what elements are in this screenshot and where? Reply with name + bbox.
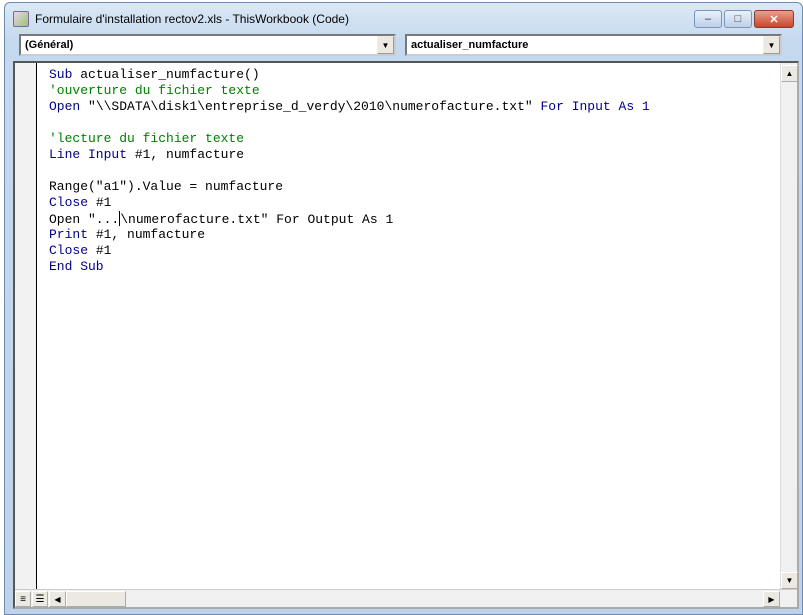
code-keyword: 1 (641, 99, 650, 114)
horizontal-scrollbar[interactable]: ≡ ☰ ◀ ▶ (15, 589, 797, 607)
code-line[interactable]: Line Input #1, numfacture (49, 147, 650, 163)
margin-indicator-bar[interactable] (15, 63, 37, 589)
vba-module-icon (13, 11, 29, 27)
code-line[interactable]: 'ouverture du fichier texte (49, 83, 650, 99)
code-line[interactable]: Sub actualiser_numfacture() (49, 67, 650, 83)
code-keyword: For Input As (540, 99, 642, 114)
code-line[interactable]: Close #1 (49, 195, 650, 211)
full-module-view-icon[interactable]: ☰ (32, 591, 48, 607)
code-window: Formulaire d'installation rectov2.xls - … (4, 2, 803, 615)
code-keyword: End Sub (49, 259, 104, 274)
code-token: actualiser_numfacture() (80, 67, 260, 82)
chevron-down-icon[interactable]: ▼ (763, 36, 780, 54)
code-comment: 'ouverture du fichier texte (49, 83, 260, 98)
code-line[interactable] (49, 115, 650, 131)
close-button[interactable]: ✕ (754, 10, 794, 28)
code-comment: 'lecture du fichier texte (49, 131, 245, 146)
code-line[interactable]: Open "...\numerofacture.txt" For Output … (49, 211, 650, 227)
code-token: Range("a1").Value = numfacture (49, 179, 284, 194)
code-line[interactable]: 'lecture du fichier texte (49, 131, 650, 147)
maximize-button[interactable]: □ (724, 10, 752, 28)
code-editor[interactable]: Sub actualiser_numfacture()'ouverture du… (13, 61, 799, 609)
code-keyword: Open (49, 99, 89, 114)
scroll-right-arrow-icon[interactable]: ▶ (763, 591, 780, 607)
procedure-view-icon[interactable]: ≡ (15, 591, 31, 607)
code-token: #1 (95, 243, 112, 258)
code-token: #1, numfacture (95, 227, 206, 242)
code-line[interactable]: Print #1, numfacture (49, 227, 650, 243)
scroll-up-arrow-icon[interactable]: ▲ (781, 65, 798, 82)
scroll-down-arrow-icon[interactable]: ▼ (781, 572, 798, 589)
code-keyword: Print (49, 227, 96, 242)
horizontal-scroll-thumb[interactable] (66, 591, 126, 607)
vertical-scrollbar[interactable]: ▲ ▼ (780, 63, 798, 589)
code-line[interactable]: Open "\\SDATA\disk1\entreprise_d_verdy\2… (49, 99, 650, 115)
code-keyword: Line Input (49, 147, 135, 162)
procedure-dropdown-value: actualiser_numfacture (411, 39, 529, 51)
code-line[interactable]: Close #1 (49, 243, 650, 259)
code-line[interactable]: End Sub (49, 259, 650, 275)
code-token: "\\SDATA\disk1\entreprise_d_verdy\2010\n… (88, 99, 541, 114)
code-keyword: Sub (49, 67, 81, 82)
code-token: Open "... (49, 212, 120, 227)
code-token: #1, numfacture (134, 147, 245, 162)
procedure-dropdown[interactable]: actualiser_numfacture ▼ (405, 34, 782, 56)
code-keyword: Close (49, 243, 96, 258)
code-line[interactable]: Range("a1").Value = numfacture (49, 179, 650, 195)
code-keyword: Close (49, 195, 96, 210)
code-line[interactable] (49, 163, 650, 179)
code-text[interactable]: Sub actualiser_numfacture()'ouverture du… (49, 67, 650, 275)
minimize-button[interactable]: – (694, 10, 722, 28)
code-token: \numerofacture.txt" For Output As 1 (120, 212, 394, 227)
object-dropdown-value: (Général) (25, 39, 74, 51)
window-title: Formulaire d'installation rectov2.xls - … (35, 12, 349, 26)
chevron-down-icon[interactable]: ▼ (377, 36, 394, 54)
title-bar: Formulaire d'installation rectov2.xls - … (13, 9, 349, 29)
object-dropdown[interactable]: (Général) ▼ (19, 34, 396, 56)
scroll-left-arrow-icon[interactable]: ◀ (49, 591, 66, 607)
code-token: #1 (95, 195, 112, 210)
